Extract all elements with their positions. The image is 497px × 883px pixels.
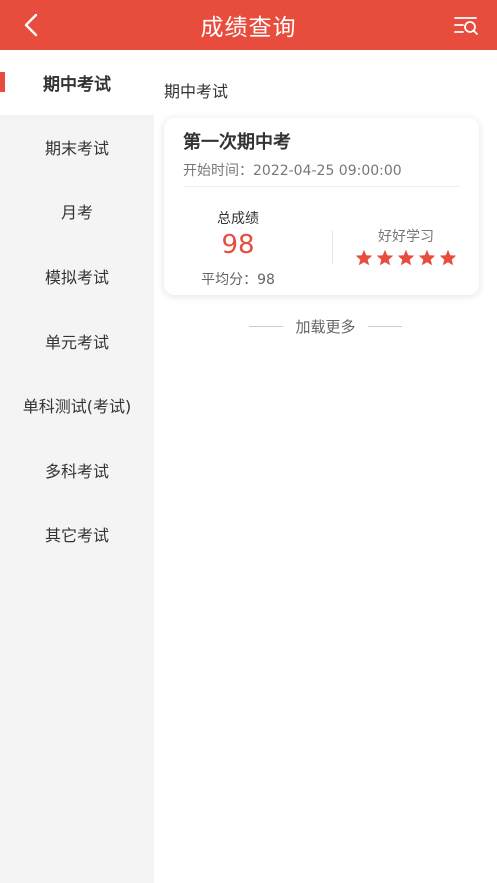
section-title: 期中考试 (164, 82, 229, 101)
load-more-button[interactable]: 加载更多 (154, 316, 497, 337)
exam-start-time: 开始时间：2022-04-25 09:00:00 (183, 160, 402, 180)
sidebar-item-label: 多科考试 (44, 461, 109, 481)
average-label: 平均分： (201, 272, 258, 288)
app-header: 成绩查询 (0, 0, 497, 50)
star-icon (418, 249, 436, 266)
star-icon (376, 249, 394, 266)
page-title: 成绩查询 (200, 15, 297, 41)
time-value: 2022-04-25 09:00:00 (253, 163, 402, 179)
sidebar-item-label: 模拟考试 (44, 268, 109, 288)
teacher-comment: 好好学习 (378, 229, 434, 245)
sidebar-item-label: 期末考试 (44, 138, 109, 158)
star-rating (333, 249, 479, 266)
average-score: 平均分：98 (164, 269, 312, 289)
back-button[interactable] (18, 12, 44, 38)
filter-search-icon (454, 17, 478, 35)
star-icon (397, 249, 415, 266)
card-divider (183, 186, 460, 187)
sidebar-item-other[interactable]: 其它考试 (0, 502, 154, 567)
total-score-label: 总成绩 (217, 211, 259, 227)
sidebar-item-monthly[interactable]: 月考 (0, 179, 154, 244)
average-value: 98 (257, 272, 275, 288)
exam-type-sidebar: 期中考试 期末考试 月考 模拟考试 单元考试 单科测试(考试) 多科考试 其它考… (0, 50, 154, 883)
total-score-value: 98 (221, 230, 255, 260)
chevron-left-icon (24, 13, 38, 37)
load-more-label: 加载更多 (295, 318, 356, 336)
filter-button[interactable] (453, 13, 479, 37)
exam-card[interactable]: 第一次期中考 开始时间：2022-04-25 09:00:00 总成绩 98 平… (164, 118, 479, 295)
exam-title: 第一次期中考 (183, 132, 291, 153)
sidebar-item-label: 期中考试 (43, 74, 111, 95)
sidebar-item-multi-subject[interactable]: 多科考试 (0, 438, 154, 503)
star-icon (439, 249, 457, 266)
sidebar-item-midterm[interactable]: 期中考试 (0, 50, 154, 115)
exam-list-panel: 期中考试 第一次期中考 开始时间：2022-04-25 09:00:00 总成绩… (154, 50, 497, 883)
sidebar-item-label: 月考 (60, 203, 93, 223)
load-more-left-line (249, 326, 284, 327)
sidebar-item-final[interactable]: 期末考试 (0, 115, 154, 180)
sidebar-item-label: 单科测试(考试) (22, 397, 132, 417)
load-more-right-line (367, 326, 402, 327)
sidebar-item-label: 其它考试 (44, 526, 109, 546)
time-label: 开始时间： (183, 163, 253, 179)
sidebar-item-single-subject[interactable]: 单科测试(考试) (0, 373, 154, 438)
sidebar-item-label: 单元考试 (44, 332, 109, 352)
sidebar-item-unit[interactable]: 单元考试 (0, 308, 154, 373)
sidebar-item-mock[interactable]: 模拟考试 (0, 244, 154, 309)
star-icon (355, 249, 373, 266)
